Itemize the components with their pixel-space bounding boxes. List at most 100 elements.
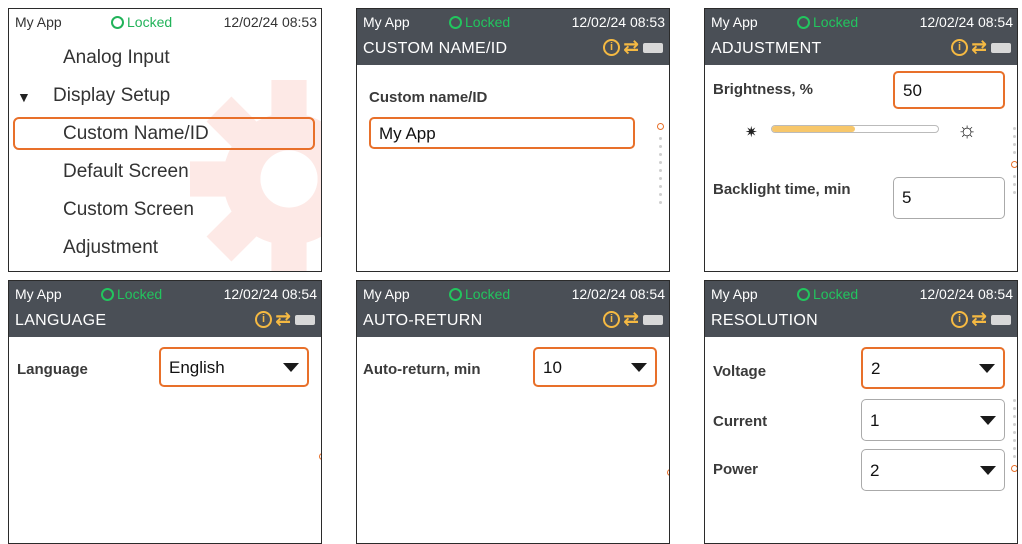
lock-label: Locked	[117, 286, 163, 302]
scroll-dot	[1013, 455, 1016, 458]
battery-icon	[991, 315, 1011, 325]
swap-icon[interactable]: ⇄	[971, 310, 987, 329]
scroll-dot	[321, 403, 322, 406]
swap-icon[interactable]: ⇄	[275, 310, 291, 329]
scroll-knob[interactable]	[667, 469, 669, 476]
battery-icon	[643, 43, 663, 53]
brightness-label: Brightness, %	[713, 81, 814, 98]
scroll-dot	[321, 427, 322, 430]
custom-name-label: Custom name/ID	[369, 89, 488, 106]
auto-return-value: 10	[543, 358, 562, 377]
scroll-dot	[1013, 127, 1016, 130]
info-icon[interactable]: i	[603, 39, 621, 56]
auto-return-dropdown[interactable]: 10	[533, 347, 657, 387]
app-name: My App	[15, 286, 62, 302]
language-dropdown[interactable]: English	[159, 347, 309, 387]
swap-icon[interactable]: ⇄	[623, 310, 639, 329]
scrollbar[interactable]	[1011, 399, 1017, 485]
battery-icon	[643, 315, 663, 325]
current-dropdown[interactable]: 1	[861, 399, 1005, 441]
datetime: 12/02/24 08:54	[919, 14, 1013, 30]
info-icon[interactable]: i	[255, 311, 273, 328]
swap-icon[interactable]: ⇄	[971, 38, 987, 57]
scroll-dot	[659, 161, 662, 164]
lock-label: Locked	[465, 286, 511, 302]
scroll-dot	[669, 443, 670, 446]
scroll-dot	[1013, 151, 1016, 154]
scrollbar[interactable]	[667, 403, 670, 489]
scroll-knob[interactable]	[1011, 465, 1017, 472]
lock-status: Locked	[797, 14, 858, 30]
brightness-value: 50	[903, 81, 922, 100]
scroll-dot	[1013, 423, 1016, 426]
lock-status: Locked	[101, 286, 162, 302]
backlight-label: Backlight time, min	[713, 181, 851, 198]
datetime: 12/02/24 08:54	[919, 286, 1013, 302]
scroll-dot	[321, 435, 322, 438]
scroll-dot	[659, 169, 662, 172]
menu-screen: My App Locked 12/02/24 08:53 Analog Inpu…	[8, 8, 322, 272]
status-bar: My App Locked 12/02/24 08:53	[9, 9, 321, 35]
menu-item-adjustment[interactable]: Adjustment	[63, 237, 158, 259]
custom-name-input[interactable]: My App	[369, 117, 635, 149]
brightness-input[interactable]: 50	[893, 71, 1005, 109]
scrollbar[interactable]	[657, 123, 664, 213]
caret-down-icon	[980, 466, 996, 475]
menu-item-analog-input[interactable]: Analog Input	[63, 47, 170, 69]
menu-item-custom-name-id[interactable]: Custom Name/ID	[63, 123, 209, 145]
info-icon[interactable]: i	[603, 311, 621, 328]
power-dropdown[interactable]: 2	[861, 449, 1005, 491]
scroll-dot	[669, 427, 670, 430]
caret-down-icon	[980, 416, 996, 425]
screen-title: ADJUSTMENT	[711, 40, 822, 57]
info-icon[interactable]: i	[951, 39, 969, 56]
auto-return-label: Auto-return, min	[363, 361, 481, 378]
scroll-knob[interactable]	[657, 123, 664, 130]
power-label: Power	[713, 461, 759, 478]
screen-title: RESOLUTION	[711, 312, 819, 329]
resolution-screen: My App Locked 12/02/24 08:54 RESOLUTION …	[704, 280, 1018, 544]
language-label: Language	[17, 361, 88, 378]
lock-label: Locked	[813, 286, 859, 302]
lock-status: Locked	[111, 14, 172, 30]
scrollbar[interactable]	[1011, 127, 1017, 217]
menu-item-default-screen[interactable]: Default Screen	[63, 161, 189, 183]
scroll-dot	[321, 419, 322, 422]
swap-icon[interactable]: ⇄	[623, 38, 639, 57]
app-name: My App	[363, 286, 410, 302]
backlight-input[interactable]: 5	[893, 177, 1005, 219]
brightness-slider[interactable]	[771, 125, 939, 133]
app-name: My App	[711, 286, 758, 302]
scroll-dot	[1013, 415, 1016, 418]
scroll-dot	[659, 201, 662, 204]
info-icon[interactable]: i	[951, 311, 969, 328]
scroll-dot	[659, 137, 662, 140]
adjustment-screen: My App Locked 12/02/24 08:54 ADJUSTMENT …	[704, 8, 1018, 272]
menu-item-custom-screen[interactable]: Custom Screen	[63, 199, 194, 221]
voltage-dropdown[interactable]: 2	[861, 347, 1005, 389]
current-label: Current	[713, 413, 768, 430]
menu-item-display-setup[interactable]: Display Setup	[53, 85, 170, 107]
caret-down-icon: ▼	[17, 89, 31, 105]
scroll-dot	[659, 145, 662, 148]
scroll-dot	[659, 153, 662, 156]
scroll-knob[interactable]	[319, 453, 321, 460]
lock-status: Locked	[449, 14, 510, 30]
scroll-dot	[321, 467, 322, 470]
lock-icon	[797, 16, 810, 29]
scroll-knob[interactable]	[1011, 161, 1017, 168]
backlight-value: 5	[902, 188, 912, 207]
caret-down-icon	[631, 363, 647, 372]
scroll-dot	[669, 403, 670, 406]
datetime: 12/02/24 08:53	[571, 14, 665, 30]
gear-watermark-icon	[190, 80, 321, 271]
datetime: 12/02/24 08:54	[571, 286, 665, 302]
scroll-dot	[1013, 399, 1016, 402]
scroll-dot	[321, 475, 322, 478]
scroll-dot	[659, 177, 662, 180]
scroll-dot	[659, 193, 662, 196]
brightness-slider-fill	[772, 126, 855, 132]
header-bar: My App Locked 12/02/24 08:54 LANGUAGE i ⇄	[9, 281, 321, 337]
scrollbar[interactable]	[319, 403, 322, 489]
scroll-dot	[1013, 447, 1016, 450]
